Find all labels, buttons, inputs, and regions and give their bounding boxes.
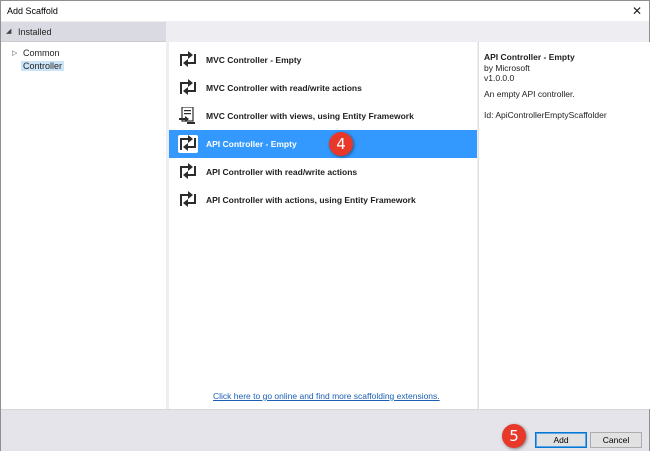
controller-views-icon <box>178 106 198 125</box>
list-item-selected[interactable]: API Controller - Empty <box>169 130 477 158</box>
item-label: MVC Controller with views, using Entity … <box>206 111 414 121</box>
details-author: by Microsoft <box>484 63 530 73</box>
online-extensions-link[interactable]: Click here to go online and find more sc… <box>213 391 440 401</box>
list-item[interactable]: API Controller with actions, using Entit… <box>169 186 477 214</box>
details-description: An empty API controller. <box>484 89 575 99</box>
tree-item-label: Common <box>23 48 60 58</box>
controller-arrows-icon <box>178 135 198 153</box>
cancel-button[interactable]: Cancel <box>590 432 642 448</box>
item-label: API Controller - Empty <box>206 139 297 149</box>
scaffold-list: MVC Controller - Empty MVC Controller wi… <box>169 42 477 409</box>
button-bar: Add Cancel <box>1 409 649 451</box>
list-item[interactable]: MVC Controller with views, using Entity … <box>169 102 477 130</box>
details-title: API Controller - Empty <box>484 52 575 62</box>
item-label: API Controller with read/write actions <box>206 167 358 177</box>
tree-item-label: Controller <box>21 61 65 71</box>
list-item[interactable]: MVC Controller with read/write actions <box>169 74 477 102</box>
list-item[interactable]: API Controller with read/write actions <box>169 158 477 186</box>
installed-label: Installed <box>18 27 52 37</box>
installed-header[interactable]: ◢ Installed <box>1 22 166 42</box>
step-5-callout: 5 <box>502 424 526 448</box>
details-pane: API Controller - Empty by Microsoft v1.0… <box>478 42 650 409</box>
item-label: MVC Controller with read/write actions <box>206 83 362 93</box>
details-version: v1.0.0.0 <box>484 73 515 83</box>
item-label: MVC Controller - Empty <box>206 55 302 65</box>
step-4-callout: 4 <box>329 132 353 156</box>
details-id: Id: ApiControllerEmptyScaffolder <box>484 110 607 120</box>
controller-arrows-icon <box>178 79 198 97</box>
add-scaffold-dialog: Add Scaffold ✕ ◢ Installed ▷ Common Cont… <box>0 0 650 451</box>
controller-arrows-icon <box>178 163 198 181</box>
category-tree: ◢ Installed ▷ Common Controller <box>1 22 166 409</box>
collapse-triangle-icon[interactable]: ◢ <box>6 27 11 35</box>
window-title: Add Scaffold <box>7 6 58 16</box>
close-icon[interactable]: ✕ <box>629 3 645 19</box>
controller-arrows-icon <box>178 51 198 69</box>
add-button[interactable]: Add <box>535 432 587 448</box>
list-item[interactable]: MVC Controller - Empty <box>169 46 477 74</box>
title-bar: Add Scaffold ✕ <box>1 1 649 21</box>
item-label: API Controller with actions, using Entit… <box>206 195 416 205</box>
controller-arrows-icon <box>178 191 198 209</box>
expand-arrow-icon[interactable]: ▷ <box>12 49 17 57</box>
